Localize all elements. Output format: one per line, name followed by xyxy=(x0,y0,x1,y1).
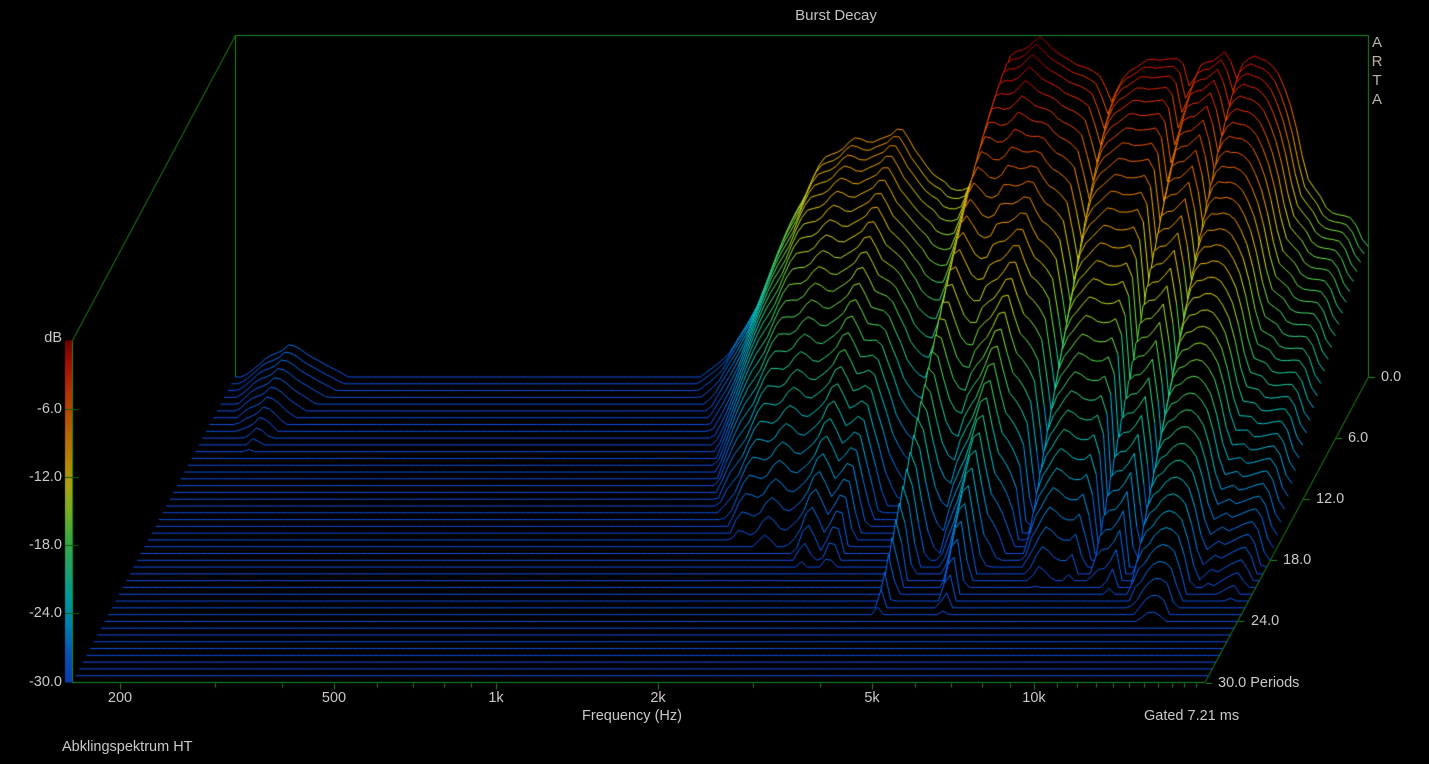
freq-tick-label-2k: 2k xyxy=(628,690,688,706)
freq-tick-label-500: 500 xyxy=(304,690,364,706)
arta-letter: A xyxy=(1372,92,1382,108)
arta-letter: R xyxy=(1372,54,1383,70)
page-title: Burst Decay xyxy=(795,8,877,24)
arta-letter: T xyxy=(1372,73,1381,89)
freq-tick-label-10k: 10k xyxy=(1004,690,1064,706)
arta-watermark: A R T A xyxy=(1369,35,1385,108)
periods-tick-label-24: 24.0 xyxy=(1251,613,1279,629)
periods-tick-label-6: 6.0 xyxy=(1348,430,1368,446)
periods-tick-label-0: 0.0 xyxy=(1381,369,1401,385)
periods-tick-label-18: 18.0 xyxy=(1283,552,1311,568)
db-tick-label--18: -18.0 xyxy=(8,537,62,553)
freq-tick-label-200: 200 xyxy=(90,690,150,706)
db-tick-label--12: -12.0 xyxy=(8,469,62,485)
periods-tick-label-12: 12.0 xyxy=(1316,491,1344,507)
burst-decay-window: Burst Decay A R T A dB Frequency (Hz) Ga… xyxy=(0,0,1429,764)
gated-time-label: Gated 7.21 ms xyxy=(1144,708,1239,724)
periods-tick-label-30: 30.0 Periods xyxy=(1218,675,1299,691)
db-tick-label--24: -24.0 xyxy=(8,605,62,621)
db-tick-label--6: -6.0 xyxy=(8,401,62,417)
freq-tick-label-5k: 5k xyxy=(842,690,902,706)
frequency-axis-label: Frequency (Hz) xyxy=(582,708,682,724)
measurement-name-label: Abklingspektrum HT xyxy=(62,739,193,755)
arta-letter: A xyxy=(1372,35,1382,51)
freq-tick-label-1k: 1k xyxy=(466,690,526,706)
waterfall-plot-canvas xyxy=(0,0,1429,764)
db-tick-label--30: -30.0 xyxy=(8,674,62,690)
db-axis-unit-label: dB xyxy=(8,330,62,346)
